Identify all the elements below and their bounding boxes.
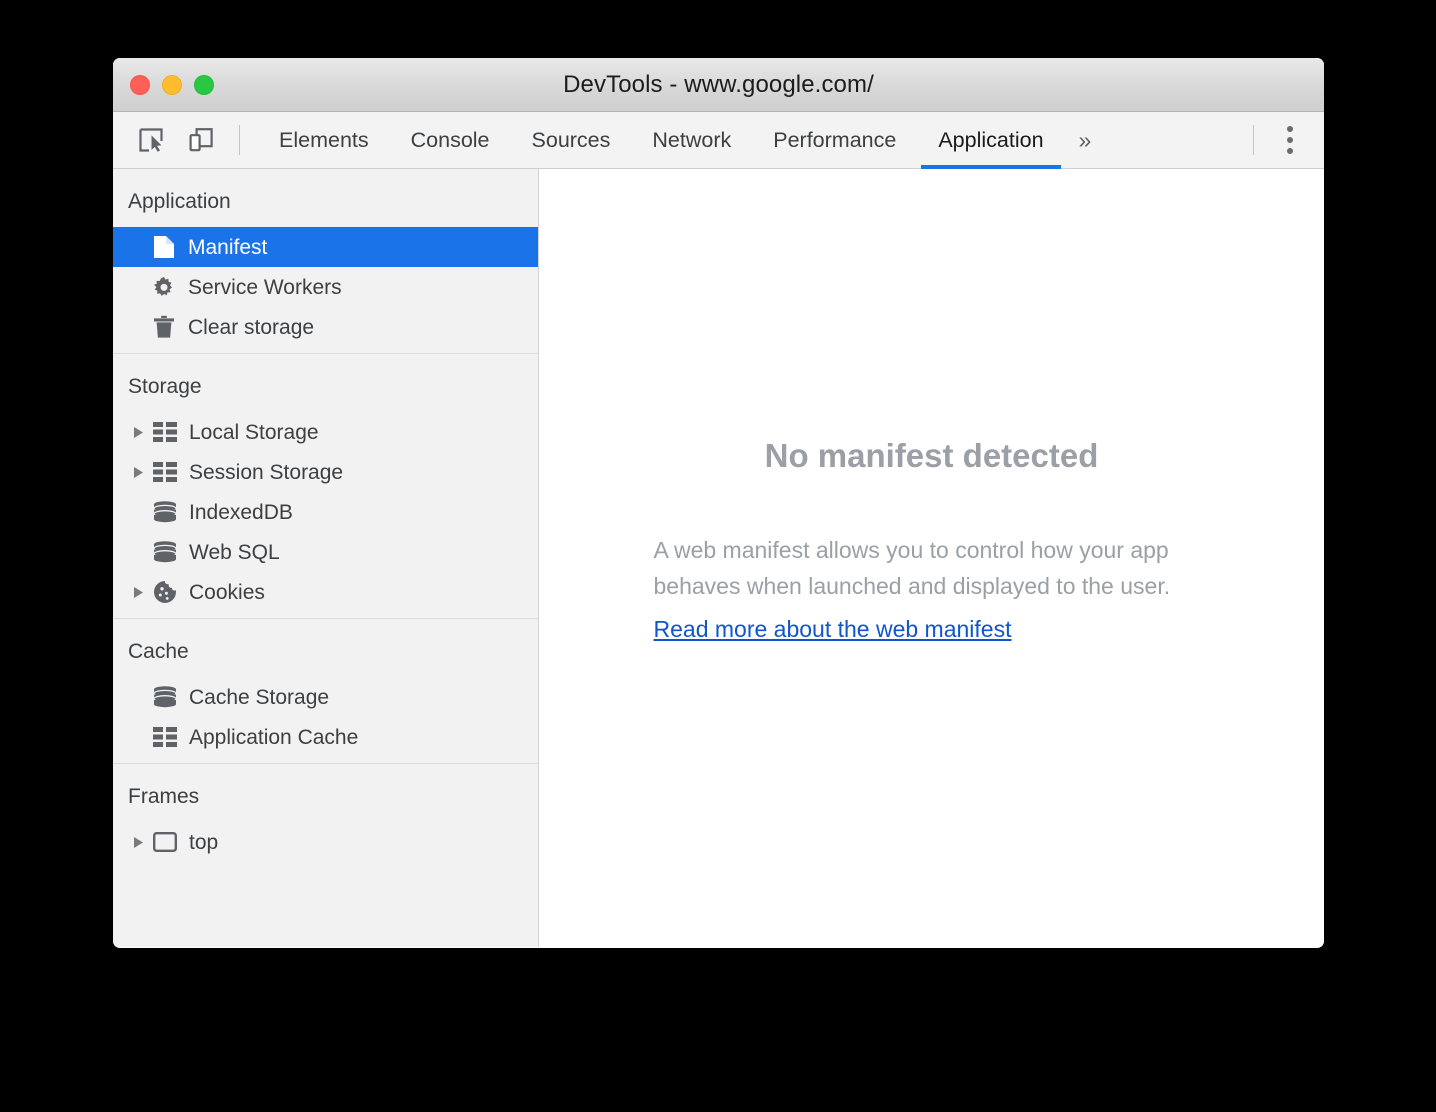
tab-label: Sources — [531, 127, 611, 152]
sidebar-item-label: Clear storage — [188, 315, 315, 339]
sidebar-item-manifest[interactable]: Manifest — [113, 227, 538, 267]
empty-state-description: A web manifest allows you to control how… — [654, 532, 1214, 647]
expand-triangle-icon[interactable] — [128, 466, 150, 479]
sidebar-item-label: Cookies — [189, 580, 265, 604]
sidebar-item-label: Local Storage — [189, 420, 319, 444]
tab-network[interactable]: Network — [631, 112, 752, 169]
window-controls — [130, 58, 214, 112]
inspect-element-button[interactable] — [131, 120, 171, 160]
trash-icon — [151, 315, 177, 339]
tab-label: Elements — [279, 127, 369, 152]
device-toolbar-icon — [189, 128, 213, 152]
database-icon — [152, 541, 178, 563]
sidebar-section-frames: Frames top — [113, 763, 538, 868]
tab-sources[interactable]: Sources — [511, 112, 632, 169]
sidebar-item-label: Session Storage — [189, 460, 344, 484]
read-more-link[interactable]: Read more about the web manifest — [654, 611, 1012, 647]
inspect-element-icon — [139, 128, 163, 152]
tabbar-right-group — [1235, 112, 1324, 169]
sidebar-item-label: Service Workers — [188, 275, 342, 299]
tab-label: Network — [652, 127, 732, 152]
toolbar-divider — [239, 125, 240, 155]
sidebar-item-indexeddb[interactable]: IndexedDB — [113, 492, 538, 532]
sidebar-item-top-frame[interactable]: top — [113, 822, 538, 862]
toolbar-divider-right — [1253, 125, 1254, 155]
device-toolbar-button[interactable] — [181, 120, 221, 160]
tab-console[interactable]: Console — [390, 112, 511, 169]
gear-icon — [151, 275, 177, 299]
more-options-button[interactable] — [1272, 118, 1308, 162]
database-icon — [152, 501, 178, 523]
sidebar-item-label: Cache Storage — [189, 685, 330, 709]
devtools-body: Application Manifest Service Workers Cle… — [113, 169, 1324, 947]
devtools-window: DevTools - www.google.com/ Elements Cons… — [113, 58, 1324, 948]
document-icon — [151, 235, 177, 259]
sidebar-item-local-storage[interactable]: Local Storage — [113, 412, 538, 452]
window-titlebar: DevTools - www.google.com/ — [113, 58, 1324, 112]
tab-label: Performance — [773, 127, 897, 152]
tab-label: Application — [938, 127, 1044, 152]
sidebar-item-label: IndexedDB — [189, 500, 293, 524]
sidebar-item-label: Application Cache — [189, 725, 359, 749]
table-icon — [152, 422, 178, 442]
sidebar-section-title: Application — [128, 190, 231, 213]
tab-elements[interactable]: Elements — [258, 112, 390, 169]
window-title: DevTools - www.google.com/ — [563, 70, 874, 98]
more-tabs-button[interactable]: » — [1065, 112, 1106, 169]
database-icon — [152, 686, 178, 708]
sidebar-item-clear-storage[interactable]: Clear storage — [113, 307, 538, 347]
kebab-dot — [1287, 148, 1293, 154]
devtools-tabbar: Elements Console Sources Network Perform… — [113, 112, 1324, 169]
sidebar-section-application: Application Manifest Service Workers Cle… — [113, 169, 538, 353]
tab-application[interactable]: Application — [917, 112, 1064, 169]
table-icon — [152, 462, 178, 482]
sidebar-item-cache-storage[interactable]: Cache Storage — [113, 677, 538, 717]
sidebar-item-service-workers[interactable]: Service Workers — [113, 267, 538, 307]
tab-label: Console — [410, 127, 490, 152]
kebab-dot — [1287, 126, 1293, 132]
frame-icon — [152, 832, 178, 852]
sidebar-item-cookies[interactable]: Cookies — [113, 572, 538, 612]
empty-state-description-text: A web manifest allows you to control how… — [653, 537, 1171, 599]
sidebar-item-session-storage[interactable]: Session Storage — [113, 452, 538, 492]
maximize-window-button[interactable] — [194, 75, 214, 95]
sidebar-item-label: Manifest — [188, 235, 268, 259]
chevron-double-right-icon: » — [1078, 126, 1092, 153]
sidebar-section-storage: Storage Local Storage Session Storage In… — [113, 353, 538, 618]
sidebar-section-title: Cache — [128, 640, 189, 663]
tab-performance[interactable]: Performance — [752, 112, 917, 169]
expand-triangle-icon[interactable] — [128, 836, 150, 849]
sidebar-item-label: top — [189, 830, 219, 854]
sidebar-item-web-sql[interactable]: Web SQL — [113, 532, 538, 572]
minimize-window-button[interactable] — [162, 75, 182, 95]
kebab-dot — [1287, 137, 1293, 143]
manifest-panel: No manifest detected A web manifest allo… — [539, 169, 1324, 947]
empty-state: No manifest detected A web manifest allo… — [539, 437, 1324, 647]
expand-triangle-icon[interactable] — [128, 426, 150, 439]
sidebar-item-label: Web SQL — [189, 540, 280, 564]
empty-state-heading: No manifest detected — [764, 437, 1099, 474]
sidebar-section-title: Storage — [128, 375, 202, 398]
sidebar-section-title: Frames — [128, 785, 200, 808]
expand-triangle-icon[interactable] — [128, 586, 150, 599]
close-window-button[interactable] — [130, 75, 150, 95]
sidebar-section-cache: Cache Cache Storage Application Cache — [113, 618, 538, 763]
sidebar-item-application-cache[interactable]: Application Cache — [113, 717, 538, 757]
table-icon — [152, 727, 178, 747]
application-sidebar: Application Manifest Service Workers Cle… — [113, 169, 539, 947]
cookie-icon — [152, 580, 178, 604]
